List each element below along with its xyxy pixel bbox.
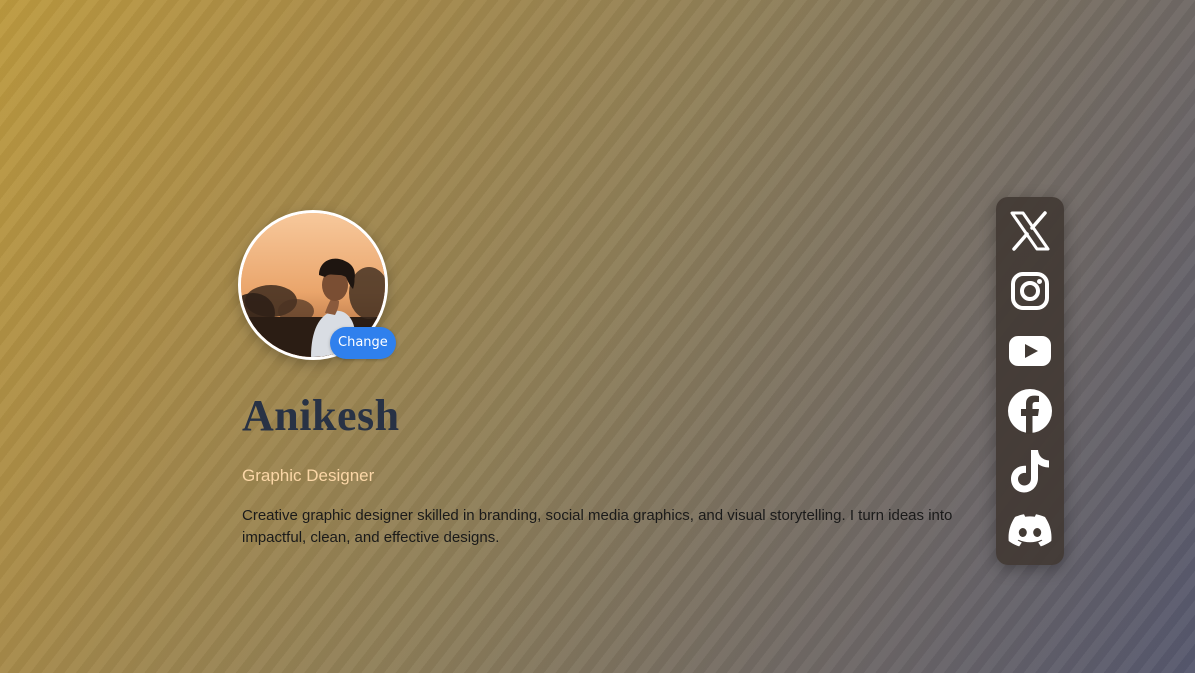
- social-links-bar: [996, 197, 1064, 565]
- instagram-icon: [1010, 271, 1050, 311]
- tiktok-icon: [1009, 448, 1051, 494]
- social-link-tiktok[interactable]: [1006, 447, 1054, 495]
- avatar-container: Change: [238, 210, 396, 360]
- facebook-icon: [1007, 388, 1053, 434]
- social-link-facebook[interactable]: [1006, 387, 1054, 435]
- x-icon: [1009, 211, 1051, 251]
- profile-name: Anikesh: [242, 391, 400, 440]
- discord-icon: [1008, 514, 1052, 548]
- social-link-discord[interactable]: [1006, 507, 1054, 555]
- social-link-x[interactable]: [1006, 207, 1054, 255]
- change-avatar-button[interactable]: Change: [330, 327, 396, 359]
- profile-bio: Creative graphic designer skilled in bra…: [242, 507, 953, 546]
- social-link-youtube[interactable]: [1006, 327, 1054, 375]
- social-link-instagram[interactable]: [1006, 267, 1054, 315]
- profile-card: Change Anikesh Graphic Designer Creative…: [238, 210, 958, 549]
- youtube-icon: [1008, 335, 1052, 367]
- profile-role: Graphic Designer: [242, 466, 375, 485]
